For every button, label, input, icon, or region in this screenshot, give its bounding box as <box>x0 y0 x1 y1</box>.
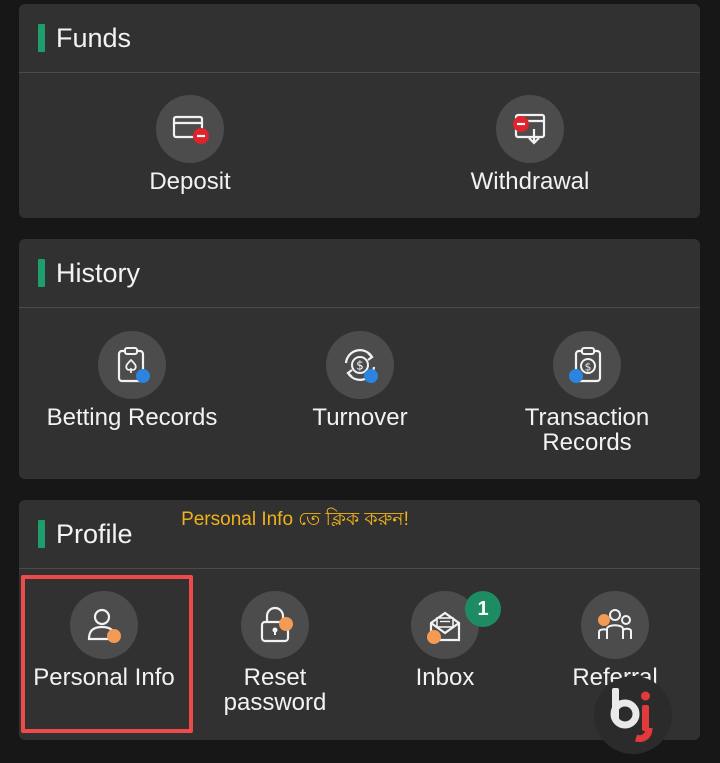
transaction-records-button[interactable]: $ Transaction Records <box>497 331 677 455</box>
reset-password-button[interactable]: Reset password <box>190 591 360 715</box>
betting-clipboard-icon <box>98 331 166 399</box>
history-header: History <box>19 239 700 308</box>
deposit-button[interactable]: Deposit <box>100 95 280 194</box>
funds-title: Funds <box>56 22 132 53</box>
reset-password-label: Reset password <box>223 664 327 716</box>
withdrawal-label: Withdrawal <box>470 168 590 195</box>
padlock-icon <box>241 591 309 659</box>
funds-accent-bar <box>38 24 45 52</box>
referral-button[interactable]: Referral <box>530 591 700 690</box>
inbox-button[interactable]: Inbox <box>360 591 530 690</box>
history-title: History <box>56 257 141 288</box>
turnover-label: Turnover <box>312 404 408 431</box>
transaction-records-label: Transaction Records <box>524 404 650 456</box>
personal-info-highlight <box>21 575 193 733</box>
turnover-dollar-icon: $ <box>326 331 394 399</box>
deposit-label: Deposit <box>149 168 231 195</box>
betting-records-button[interactable]: Betting Records <box>42 331 222 430</box>
profile-accent-bar <box>38 520 45 548</box>
click-instruction-annotation: Personal Info তে ক্লিক করুন! <box>181 509 409 530</box>
profile-title: Profile <box>56 518 133 549</box>
turnover-button[interactable]: $ Turnover <box>270 331 450 430</box>
deposit-icon <box>156 95 224 163</box>
inbox-unread-badge: 1 <box>465 591 501 627</box>
betting-records-label: Betting Records <box>46 404 218 431</box>
withdrawal-icon <box>496 95 564 163</box>
history-accent-bar <box>38 259 45 287</box>
svg-text:$: $ <box>356 359 364 373</box>
transaction-clipboard-icon: $ <box>553 331 621 399</box>
funds-header: Funds <box>19 4 700 73</box>
withdrawal-button[interactable]: Withdrawal <box>440 95 620 194</box>
group-icon <box>581 591 649 659</box>
bj-watermark-logo <box>610 688 653 742</box>
svg-text:$: $ <box>585 361 592 374</box>
inbox-label: Inbox <box>415 664 475 691</box>
